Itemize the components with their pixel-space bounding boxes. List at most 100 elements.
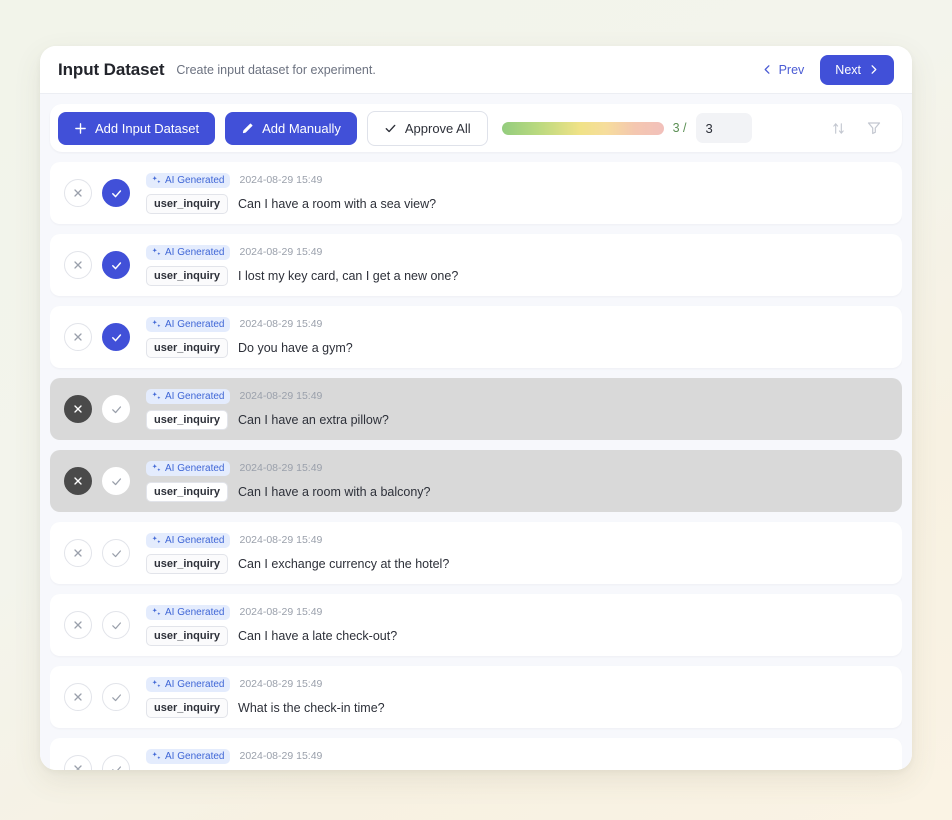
row-text: What is the check-in time? — [238, 700, 385, 715]
approve-button[interactable] — [102, 467, 130, 495]
sparkle-icon — [152, 175, 161, 185]
row-actions — [64, 683, 130, 711]
row-meta: AI Generated 2024-08-29 15:49 — [146, 604, 886, 620]
row-content-line: user_inquiry I lost my key card, can I g… — [146, 265, 886, 286]
row-content: AI Generated 2024-08-29 15:49 user_inqui… — [146, 244, 886, 286]
chevron-right-icon — [868, 64, 879, 75]
check-icon — [384, 122, 397, 135]
ai-generated-label: AI Generated — [165, 606, 225, 618]
reject-button[interactable] — [64, 683, 92, 711]
table-row[interactable]: AI Generated 2024-08-29 15:49 user_inqui… — [50, 378, 902, 440]
sparkle-icon — [152, 679, 161, 689]
row-content: AI Generated 2024-08-29 15:49 user_inqui… — [146, 604, 886, 646]
row-content-line: user_inquiry Can I have a room with a ba… — [146, 481, 886, 502]
approve-button[interactable] — [102, 179, 130, 207]
row-text: Can I have a late check-out? — [238, 628, 398, 643]
reject-button[interactable] — [64, 611, 92, 639]
row-text: Do you have a gym? — [238, 340, 353, 355]
row-content-line: user_inquiry Can I exchange currency at … — [146, 553, 886, 574]
reject-button[interactable] — [64, 539, 92, 567]
approval-progress: 3 / — [501, 113, 752, 143]
total-count-input[interactable] — [695, 113, 752, 143]
row-meta: AI Generated 2024-08-29 15:49 — [146, 388, 886, 404]
add-input-dataset-label: Add Input Dataset — [95, 120, 200, 136]
row-tag: user_inquiry — [146, 769, 229, 770]
sparkle-icon — [152, 535, 161, 545]
row-timestamp: 2024-08-29 15:49 — [239, 390, 323, 402]
table-row[interactable]: AI Generated 2024-08-29 15:49 user_inqui… — [50, 738, 902, 770]
prev-button[interactable]: Prev — [752, 57, 815, 83]
input-dataset-window: Input Dataset Create input dataset for e… — [40, 46, 912, 770]
reject-button[interactable] — [64, 467, 92, 495]
approve-all-label: Approve All — [404, 120, 471, 136]
approve-button[interactable] — [102, 395, 130, 423]
ai-generated-label: AI Generated — [165, 534, 225, 546]
approve-button[interactable] — [102, 251, 130, 279]
reject-button[interactable] — [64, 179, 92, 207]
table-row[interactable]: AI Generated 2024-08-29 15:49 user_inqui… — [50, 594, 902, 656]
page-subtitle: Create input dataset for experiment. — [176, 62, 376, 77]
row-actions — [64, 611, 130, 639]
table-row[interactable]: AI Generated 2024-08-29 15:49 user_inqui… — [50, 306, 902, 368]
row-content-line: user_inquiry — [146, 769, 886, 770]
row-content-line: user_inquiry Can I have an extra pillow? — [146, 409, 886, 430]
approve-button[interactable] — [102, 683, 130, 711]
reject-button[interactable] — [64, 755, 92, 770]
ai-generated-badge: AI Generated — [146, 748, 231, 764]
row-timestamp: 2024-08-29 15:49 — [239, 246, 323, 258]
next-button[interactable]: Next — [820, 54, 894, 85]
sort-button[interactable] — [825, 115, 852, 142]
ai-generated-label: AI Generated — [165, 246, 225, 258]
row-timestamp: 2024-08-29 15:49 — [239, 678, 323, 690]
filter-button[interactable] — [860, 114, 888, 142]
ai-generated-badge: AI Generated — [146, 244, 231, 260]
table-row[interactable]: AI Generated 2024-08-29 15:49 user_inqui… — [50, 162, 902, 224]
row-content-line: user_inquiry Can I have a room with a se… — [146, 193, 886, 214]
approve-button[interactable] — [102, 539, 130, 567]
row-content-line: user_inquiry Do you have a gym? — [146, 337, 886, 358]
row-text: Can I exchange currency at the hotel? — [238, 556, 450, 571]
approve-button[interactable] — [102, 611, 130, 639]
row-text: I lost my key card, can I get a new one? — [238, 268, 459, 283]
row-content: AI Generated 2024-08-29 15:49 user_inqui… — [146, 676, 886, 718]
window-header: Input Dataset Create input dataset for e… — [40, 46, 912, 94]
reject-button[interactable] — [64, 323, 92, 351]
table-row[interactable]: AI Generated 2024-08-29 15:49 user_inqui… — [50, 666, 902, 728]
ai-generated-label: AI Generated — [165, 462, 225, 474]
ai-generated-badge: AI Generated — [146, 316, 231, 332]
row-tag: user_inquiry — [146, 481, 229, 502]
sparkle-icon — [152, 463, 161, 473]
prev-button-label: Prev — [778, 62, 805, 77]
row-timestamp: 2024-08-29 15:49 — [239, 462, 323, 474]
table-row[interactable]: AI Generated 2024-08-29 15:49 user_inqui… — [50, 450, 902, 512]
approve-button[interactable] — [102, 755, 130, 770]
add-manually-button[interactable]: Add Manually — [225, 111, 357, 145]
row-text: Can I have a room with a balcony? — [238, 484, 431, 499]
row-text: Can I have an extra pillow? — [238, 412, 389, 427]
chevron-left-icon — [762, 64, 773, 75]
row-text: Can I have a room with a sea view? — [238, 196, 437, 211]
approve-button[interactable] — [102, 323, 130, 351]
ai-generated-badge: AI Generated — [146, 604, 231, 620]
window-body: Add Input Dataset Add Manually Approve A… — [40, 94, 912, 770]
reject-button[interactable] — [64, 251, 92, 279]
table-row[interactable]: AI Generated 2024-08-29 15:49 user_inqui… — [50, 234, 902, 296]
row-meta: AI Generated 2024-08-29 15:49 — [146, 532, 886, 548]
add-input-dataset-button[interactable]: Add Input Dataset — [58, 111, 216, 145]
row-actions — [64, 539, 130, 567]
reject-button[interactable] — [64, 395, 92, 423]
row-meta: AI Generated 2024-08-29 15:49 — [146, 676, 886, 692]
approve-all-button[interactable]: Approve All — [366, 110, 488, 146]
row-meta: AI Generated 2024-08-29 15:49 — [146, 748, 886, 764]
row-timestamp: 2024-08-29 15:49 — [239, 534, 323, 546]
sparkle-icon — [152, 319, 161, 329]
table-row[interactable]: AI Generated 2024-08-29 15:49 user_inqui… — [50, 522, 902, 584]
ai-generated-label: AI Generated — [165, 318, 225, 330]
row-tag: user_inquiry — [146, 193, 229, 214]
row-tag: user_inquiry — [146, 409, 229, 430]
row-content: AI Generated 2024-08-29 15:49 user_inqui… — [146, 748, 886, 770]
funnel-filter-icon — [866, 120, 882, 136]
row-content-line: user_inquiry What is the check-in time? — [146, 697, 886, 718]
ai-generated-badge: AI Generated — [146, 460, 231, 476]
pencil-icon — [241, 122, 254, 135]
